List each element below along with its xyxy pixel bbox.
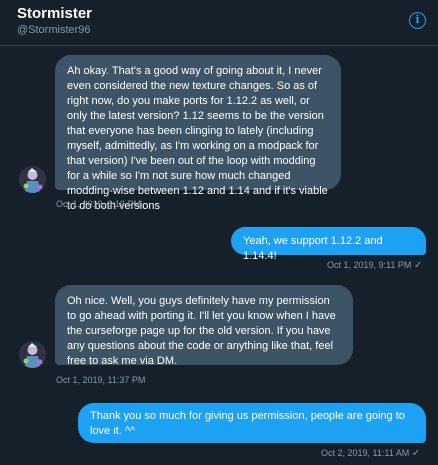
message-status: Oct 1, 2019, 9:11 PM ✓: [327, 260, 422, 271]
message-timestamp: Oct 2, 2019, 11:11 AM: [321, 448, 410, 458]
message-text: Thank you so much for giving us permissi…: [90, 410, 405, 437]
message-status: Oct 2, 2019, 11:11 AM ✓: [321, 448, 420, 459]
avatar-image: [19, 166, 46, 193]
avatar[interactable]: [19, 341, 46, 368]
avatar[interactable]: [19, 166, 46, 193]
contact-handle[interactable]: @Stormister96: [17, 24, 91, 36]
avatar-image: [19, 341, 46, 368]
message-text: Oh nice. Well, you guys definitely have …: [67, 295, 336, 367]
contact-name[interactable]: Stormister: [17, 5, 92, 22]
checkmark-icon: ✓: [411, 448, 421, 459]
message-text: Ah okay. That's a good way of going abou…: [67, 65, 328, 212]
message-timestamp: Oct 1, 2019, 11:37 PM: [56, 375, 146, 385]
message-timestamp: Oct 1, 2019, 9:11 PM: [327, 260, 412, 270]
message-bubble-received[interactable]: Ah okay. That's a good way of going abou…: [55, 55, 341, 212]
checkmark-icon: ✓: [413, 260, 423, 271]
conversation-header: Stormister @Stormister96 i: [0, 0, 438, 46]
message-bubble-sent[interactable]: Yeah, we support 1.12.2 and 1.14.4!: [231, 227, 426, 262]
message-bubble-sent[interactable]: Thank you so much for giving us permissi…: [78, 403, 426, 443]
message-text: Yeah, we support 1.12.2 and 1.14.4!: [243, 235, 383, 262]
info-icon[interactable]: i: [409, 12, 426, 29]
message-bubble-received[interactable]: Oh nice. Well, you guys definitely have …: [55, 285, 353, 367]
message-timestamp: Oct 1, 2019, 6:19 PM: [56, 199, 142, 209]
